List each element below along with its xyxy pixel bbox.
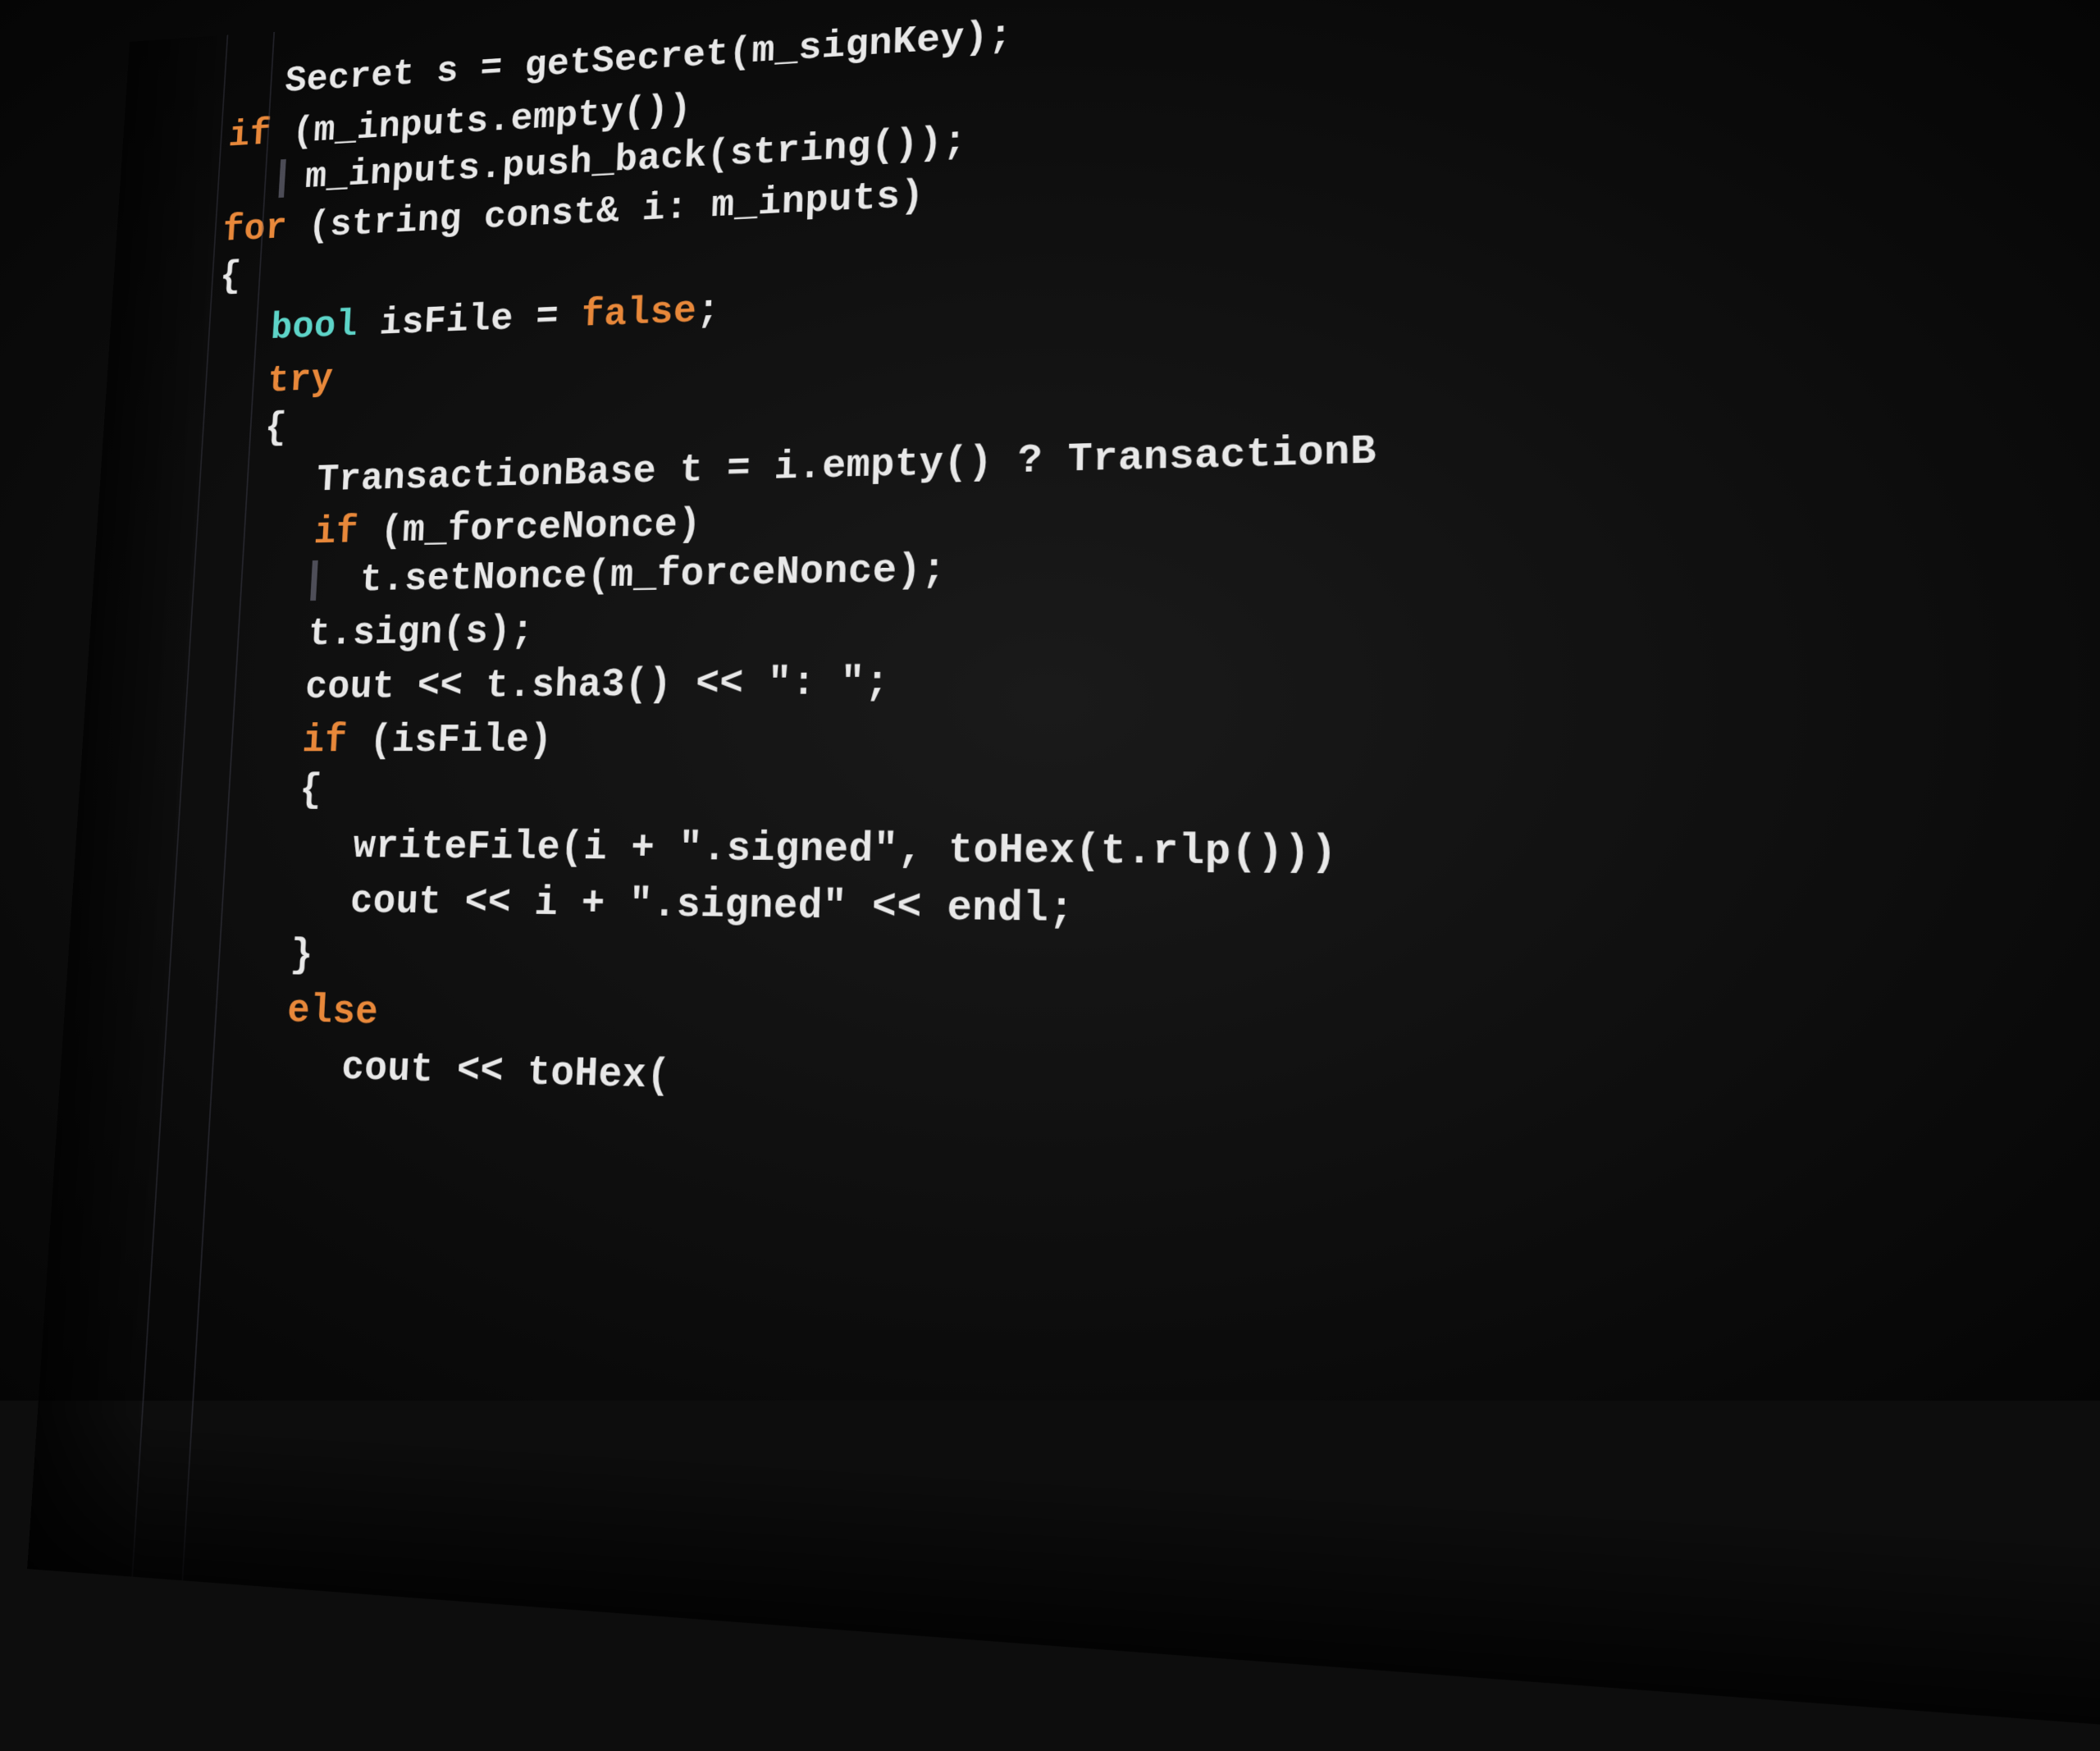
- vertical-bar-icon: [310, 560, 318, 601]
- code-text: cout << i + ".signed" <<: [349, 878, 923, 931]
- code-value-false: false: [581, 289, 698, 337]
- vertical-bar-icon: [278, 159, 285, 198]
- code-keyword-if2: if: [313, 510, 359, 555]
- code-text: isFile =: [357, 294, 582, 346]
- code-keyword-if3: if: [301, 718, 348, 763]
- code-editor-background: Secret s = getSecret(m_signKey); if (m_i…: [0, 0, 2100, 1401]
- code-brace: {: [299, 768, 323, 813]
- code-text: cout << t.sha3() << ": ";: [304, 659, 890, 709]
- code-keyword-if: if: [227, 113, 272, 158]
- code-keyword-try: try: [267, 357, 335, 402]
- code-text-truncated: toHex(t.rlp())): [923, 826, 1338, 878]
- code-text-truncated: TransactionB: [1067, 427, 1376, 482]
- code-block: Secret s = getSecret(m_signKey); if (m_i…: [57, 0, 2100, 1191]
- code-text: (isFile): [346, 717, 554, 763]
- code-text-truncated: toHex(: [503, 1048, 672, 1100]
- code-type: bool: [270, 304, 359, 350]
- code-keyword-for: for: [221, 207, 288, 252]
- code-brace: }: [290, 932, 314, 978]
- code-text: (m_forceNonce): [357, 501, 702, 554]
- dark-overlay-bottom: [27, 1409, 2100, 1751]
- code-text: writeFile(i + ".signed",: [352, 824, 924, 874]
- code-brace: {: [219, 255, 243, 299]
- code-wrapper: Secret s = getSecret(m_signKey); if (m_i…: [27, 0, 2100, 1751]
- code-text-truncated: endl;: [921, 884, 1075, 934]
- code-keyword-else: else: [286, 987, 380, 1036]
- code-text: ;: [696, 288, 720, 333]
- code-text: t.setNonce(m_forceNonce);: [336, 546, 947, 602]
- code-line: {: [187, 764, 2100, 823]
- code-line: if (isFile): [190, 706, 2100, 766]
- code-text: t.sign(s);: [307, 609, 535, 656]
- code-text: cout <<: [340, 1045, 504, 1095]
- code-brace: {: [263, 406, 288, 450]
